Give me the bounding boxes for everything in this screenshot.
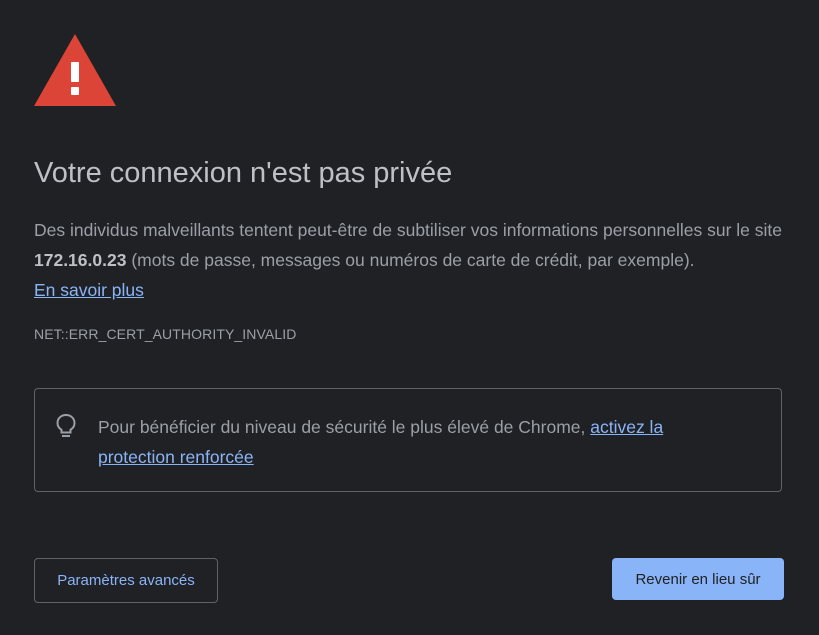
advanced-settings-button[interactable]: Paramètres avancés bbox=[34, 558, 218, 603]
enhanced-protection-label: Pour bénéficier du niveau de sécurité le… bbox=[98, 417, 591, 437]
enhanced-protection-box: Pour bénéficier du niveau de sécurité le… bbox=[34, 388, 782, 492]
warning-triangle-icon bbox=[34, 34, 116, 106]
lightbulb-icon bbox=[56, 413, 76, 437]
explanation-paragraph: Des individus malveillants tentent peut-… bbox=[34, 215, 789, 305]
error-code: NET::ERR_CERT_AUTHORITY_INVALID bbox=[34, 326, 297, 342]
explanation-prefix: Des individus malveillants tentent peut-… bbox=[34, 220, 783, 240]
page-title: Votre connexion n'est pas privée bbox=[34, 157, 453, 189]
host-address: 172.16.0.23 bbox=[34, 250, 127, 270]
enhanced-protection-text: Pour bénéficier du niveau de sécurité le… bbox=[98, 412, 718, 472]
explanation-suffix: (mots de passe, messages ou numéros de c… bbox=[126, 250, 695, 270]
back-to-safety-button[interactable]: Revenir en lieu sûr bbox=[612, 558, 784, 600]
learn-more-link[interactable]: En savoir plus bbox=[34, 280, 144, 300]
